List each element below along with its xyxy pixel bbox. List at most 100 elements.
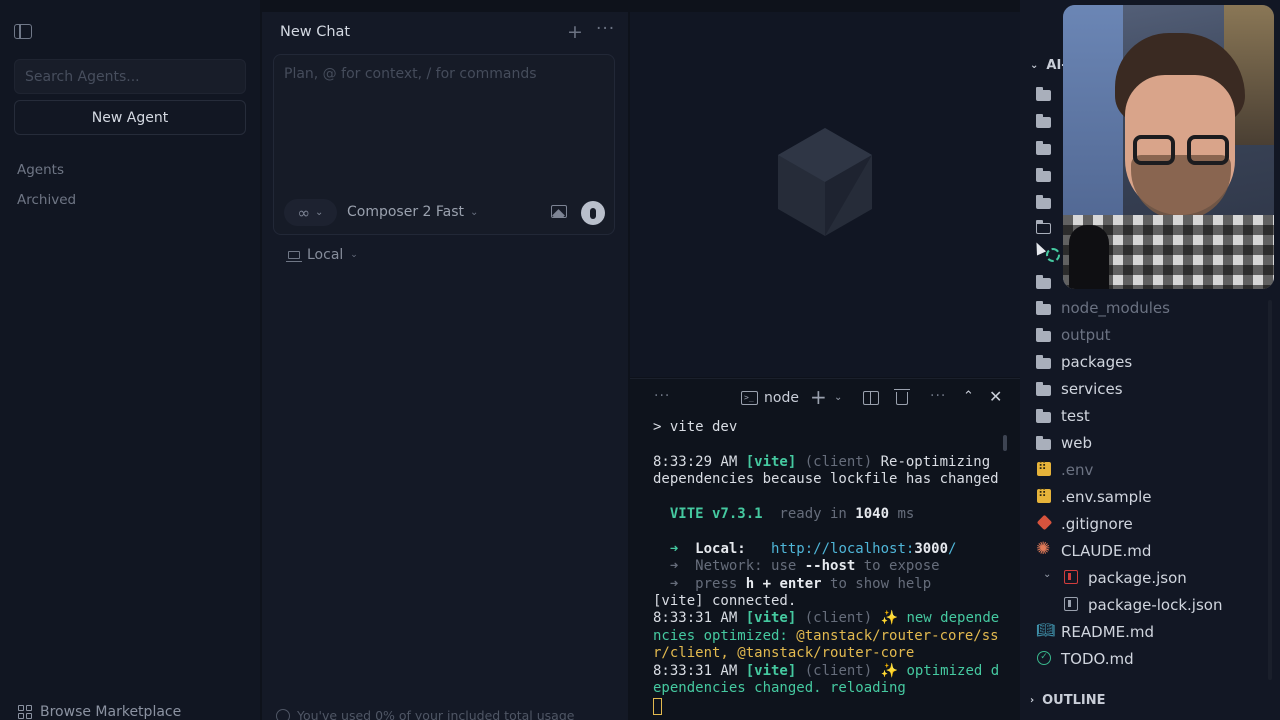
term-line: 8:33:31 AM [vite] (client) ✨ optimized d [653, 662, 1000, 679]
explorer-item[interactable]: services [1061, 380, 1123, 398]
env-file-icon [1037, 486, 1051, 503]
editor-empty-area [630, 12, 1020, 377]
chevron-down-icon[interactable]: ⌄ [1043, 569, 1051, 580]
git-icon [1036, 514, 1053, 531]
explorer-item[interactable]: package-lock.json [1088, 596, 1222, 614]
chevron-down-icon: ⌄ [315, 207, 324, 218]
chevron-down-icon: ⌄ [350, 250, 358, 260]
close-icon[interactable]: ✕ [989, 387, 1002, 406]
mouse-pointer-icon [1031, 240, 1047, 256]
split-icon[interactable] [863, 391, 879, 405]
new-terminal-button[interactable]: + [810, 385, 827, 409]
term-line: ➜ Local: http://localhost:3000/ [653, 540, 957, 557]
composer-box: ∞ ⌄ Composer 2 Fast ⌄ [273, 54, 615, 235]
composer-input[interactable] [274, 55, 614, 195]
explorer-item[interactable]: test [1061, 407, 1090, 425]
environment-label: Local [307, 247, 344, 263]
mic-icon [590, 207, 596, 219]
terminal-panel: ··· >_ node + ⌄ ··· ⌃ ✕ > vite dev 8:33:… [630, 378, 1020, 720]
chevron-right-icon: › [1030, 695, 1035, 706]
folder-icon[interactable] [1036, 220, 1051, 234]
explorer-item[interactable]: output [1061, 326, 1110, 344]
explorer-item[interactable]: CLAUDE.md [1061, 542, 1151, 560]
browse-marketplace-button[interactable]: Browse Marketplace [18, 704, 181, 720]
environment-selector[interactable]: Local ⌄ [286, 247, 358, 263]
npm-lock-icon [1064, 597, 1078, 611]
term-line: 8:33:31 AM [vite] (client) ✨ new depende [653, 610, 1000, 627]
mode-selector[interactable]: ∞ ⌄ [284, 199, 337, 226]
explorer-item[interactable]: .env.sample [1061, 488, 1152, 506]
term-line: > vite dev [653, 419, 738, 435]
cursor-logo-icon [778, 128, 872, 236]
infinity-icon: ∞ [297, 203, 311, 222]
explorer-item[interactable]: .gitignore [1061, 515, 1133, 533]
sidebar-toggle-icon[interactable] [14, 24, 32, 39]
usage-notice: You've used 0% of your included total us… [276, 708, 574, 720]
nav-archived[interactable]: Archived [17, 192, 76, 208]
term-line: ncies optimized: @tanstack/router-core/s… [653, 627, 999, 644]
usage-ring-icon [276, 708, 290, 720]
term-line: dependencies because lockfile has change… [653, 471, 999, 488]
nav-agents[interactable]: Agents [17, 162, 64, 178]
outline-section[interactable]: › OUTLINE [1030, 693, 1105, 708]
term-line: ➜ press h + enter to show help [653, 575, 932, 592]
explorer-item[interactable]: .env [1061, 461, 1093, 479]
folder-icon [1036, 328, 1051, 342]
chat-more-button[interactable]: ··· [596, 19, 615, 39]
browse-marketplace-label: Browse Marketplace [40, 704, 182, 720]
terminal-drag-handle[interactable]: ··· [654, 388, 670, 404]
new-chat-plus-button[interactable]: + [567, 21, 583, 43]
usage-text: You've used 0% of your included total us… [297, 708, 575, 720]
folder-icon[interactable] [1036, 87, 1051, 101]
explorer-root[interactable]: ⌄ AI- [1030, 58, 1067, 73]
term-line: VITE v7.3.1 ready in 1040 ms [653, 506, 915, 523]
search-agents-input[interactable] [14, 59, 246, 94]
webcam-microphone [1069, 225, 1109, 289]
folder-icon[interactable] [1036, 114, 1051, 128]
npm-icon [1064, 570, 1078, 584]
terminal-more-button[interactable]: ··· [930, 388, 946, 404]
book-icon: 📖︎ [1036, 621, 1056, 639]
webcam-overlay [1063, 5, 1274, 289]
term-line: [vite] connected. [653, 593, 797, 610]
chat-panel: New Chat + ··· ∞ ⌄ Composer 2 Fast ⌄ Loc… [262, 12, 628, 720]
explorer-item[interactable]: package.json [1088, 569, 1187, 587]
terminal-icon: >_ [741, 391, 758, 405]
explorer-item[interactable]: node_modules [1061, 299, 1170, 317]
folder-icon [1036, 436, 1051, 450]
term-line: ependencies changed. reloading [653, 680, 906, 697]
term-line: 8:33:29 AM [vite] (client) Re-optimizing [653, 453, 991, 470]
webcam-person-glasses [1133, 135, 1229, 165]
model-label: Composer 2 Fast [347, 204, 465, 220]
folder-icon[interactable] [1036, 275, 1051, 289]
explorer-item[interactable]: TODO.md [1061, 650, 1134, 668]
terminal-cursor [653, 697, 662, 715]
folder-icon [1036, 355, 1051, 369]
term-line: ➜ Network: use --host to expose [653, 558, 940, 575]
explorer-item[interactable]: README.md [1061, 623, 1154, 641]
spinner-icon [1046, 248, 1060, 262]
explorer-scrollbar[interactable] [1268, 300, 1272, 680]
folder-icon[interactable] [1036, 168, 1051, 182]
chevron-down-icon: ⌄ [1030, 60, 1039, 71]
term-line: r/client, @tanstack/router-core [653, 645, 915, 662]
env-file-icon [1037, 459, 1051, 476]
image-icon[interactable] [551, 205, 567, 218]
folder-icon[interactable] [1036, 141, 1051, 155]
mic-button[interactable] [581, 201, 605, 225]
grid-icon [18, 705, 32, 719]
folder-icon[interactable] [1036, 195, 1051, 209]
chevron-up-icon[interactable]: ⌃ [963, 389, 974, 404]
terminal-tab-node[interactable]: node [764, 390, 799, 406]
explorer-item[interactable]: packages [1061, 353, 1132, 371]
folder-icon [1036, 301, 1051, 315]
explorer-item[interactable]: web [1061, 434, 1092, 452]
chevron-down-icon[interactable]: ⌄ [834, 392, 842, 403]
chat-title: New Chat [280, 24, 351, 40]
trash-icon[interactable] [894, 389, 910, 405]
terminal-output[interactable]: > vite dev 8:33:29 AM [vite] (client) Re… [653, 419, 1005, 715]
new-agent-button[interactable]: New Agent [14, 100, 246, 135]
laptop-icon [286, 251, 302, 262]
folder-icon [1036, 382, 1051, 396]
model-selector[interactable]: Composer 2 Fast ⌄ [347, 204, 478, 220]
